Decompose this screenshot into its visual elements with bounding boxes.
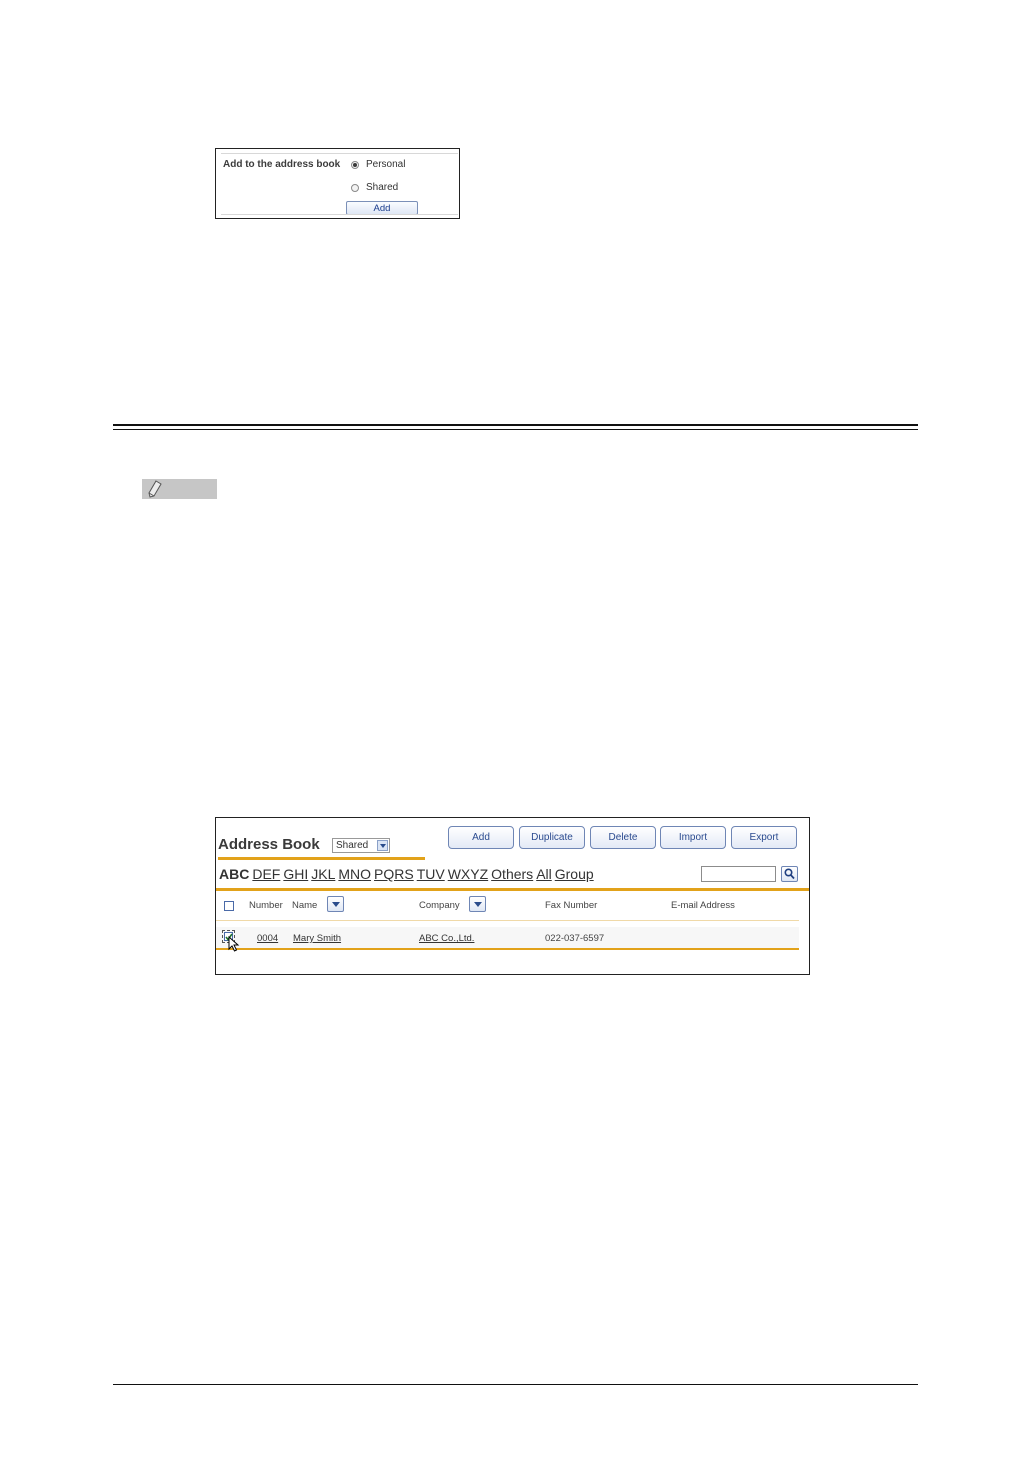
index-tab-group[interactable]: Group <box>555 866 594 882</box>
address-book-type-select[interactable]: Shared <box>332 838 390 853</box>
index-tab-def[interactable]: DEF <box>252 866 280 882</box>
row-fax: 022-037-6597 <box>545 933 605 944</box>
panel-top-divider <box>221 153 458 154</box>
section-rule <box>113 424 918 426</box>
section-rule-thin <box>113 429 918 430</box>
address-book-panel: Address Book Shared Add Duplicate Delete… <box>215 817 810 975</box>
search-input[interactable] <box>701 866 776 882</box>
column-header-name: Name <box>292 900 318 911</box>
add-to-address-book-label: Add to the address book <box>223 159 341 170</box>
footer-rule <box>113 1384 918 1385</box>
index-tab-all[interactable]: All <box>536 866 552 882</box>
index-tab-abc[interactable]: ABC <box>219 866 249 882</box>
mouse-pointer-icon <box>228 936 240 952</box>
import-button[interactable]: Import <box>660 826 726 849</box>
search-button[interactable] <box>781 866 798 882</box>
index-underline <box>216 888 809 891</box>
index-tab-tuv[interactable]: TUV <box>417 866 445 882</box>
row-name[interactable]: Mary Smith <box>293 933 341 944</box>
shared-radio-label: Shared <box>366 182 399 193</box>
add-to-address-book-panel: Add to the address book Personal Shared … <box>215 148 460 219</box>
select-all-checkbox[interactable] <box>224 901 234 911</box>
panel-bottom-divider <box>221 214 458 215</box>
column-header-fax: Fax Number <box>545 900 598 911</box>
index-tabs: ABC DEF GHI JKL MNO PQRS TUV WXYZ Others All Group <box>219 866 597 882</box>
row-divider <box>216 948 799 950</box>
index-tab-wxyz[interactable]: WXYZ <box>448 866 488 882</box>
row-number[interactable]: 0004 <box>257 933 278 944</box>
address-book-type-value: Shared <box>336 840 369 851</box>
header-divider <box>216 920 799 921</box>
index-tab-mno[interactable]: MNO <box>338 866 371 882</box>
index-tab-ghi[interactable]: GHI <box>283 866 308 882</box>
address-book-title: Address Book <box>218 836 320 853</box>
index-tab-others[interactable]: Others <box>491 866 533 882</box>
name-sort-button[interactable] <box>327 896 344 912</box>
delete-button[interactable]: Delete <box>590 826 656 849</box>
note-box <box>142 479 217 499</box>
title-underline <box>218 857 425 860</box>
column-header-email: E-mail Address <box>671 900 735 911</box>
index-tab-jkl[interactable]: JKL <box>311 866 335 882</box>
personal-radio[interactable] <box>351 161 359 169</box>
personal-radio-label: Personal <box>366 159 406 170</box>
duplicate-button[interactable]: Duplicate <box>519 826 585 849</box>
export-button[interactable]: Export <box>731 826 797 849</box>
add-button[interactable]: Add <box>448 826 514 849</box>
chevron-down-icon <box>377 840 388 851</box>
company-sort-button[interactable] <box>469 896 486 912</box>
index-tab-pqrs[interactable]: PQRS <box>374 866 414 882</box>
row-company[interactable]: ABC Co.,Ltd. <box>419 933 474 944</box>
column-header-number: Number <box>249 900 283 911</box>
pencil-icon <box>148 480 162 498</box>
shared-radio[interactable] <box>351 184 359 192</box>
column-header-company: Company <box>419 900 460 911</box>
search-icon <box>784 868 795 880</box>
add-button[interactable]: Add <box>346 201 418 215</box>
